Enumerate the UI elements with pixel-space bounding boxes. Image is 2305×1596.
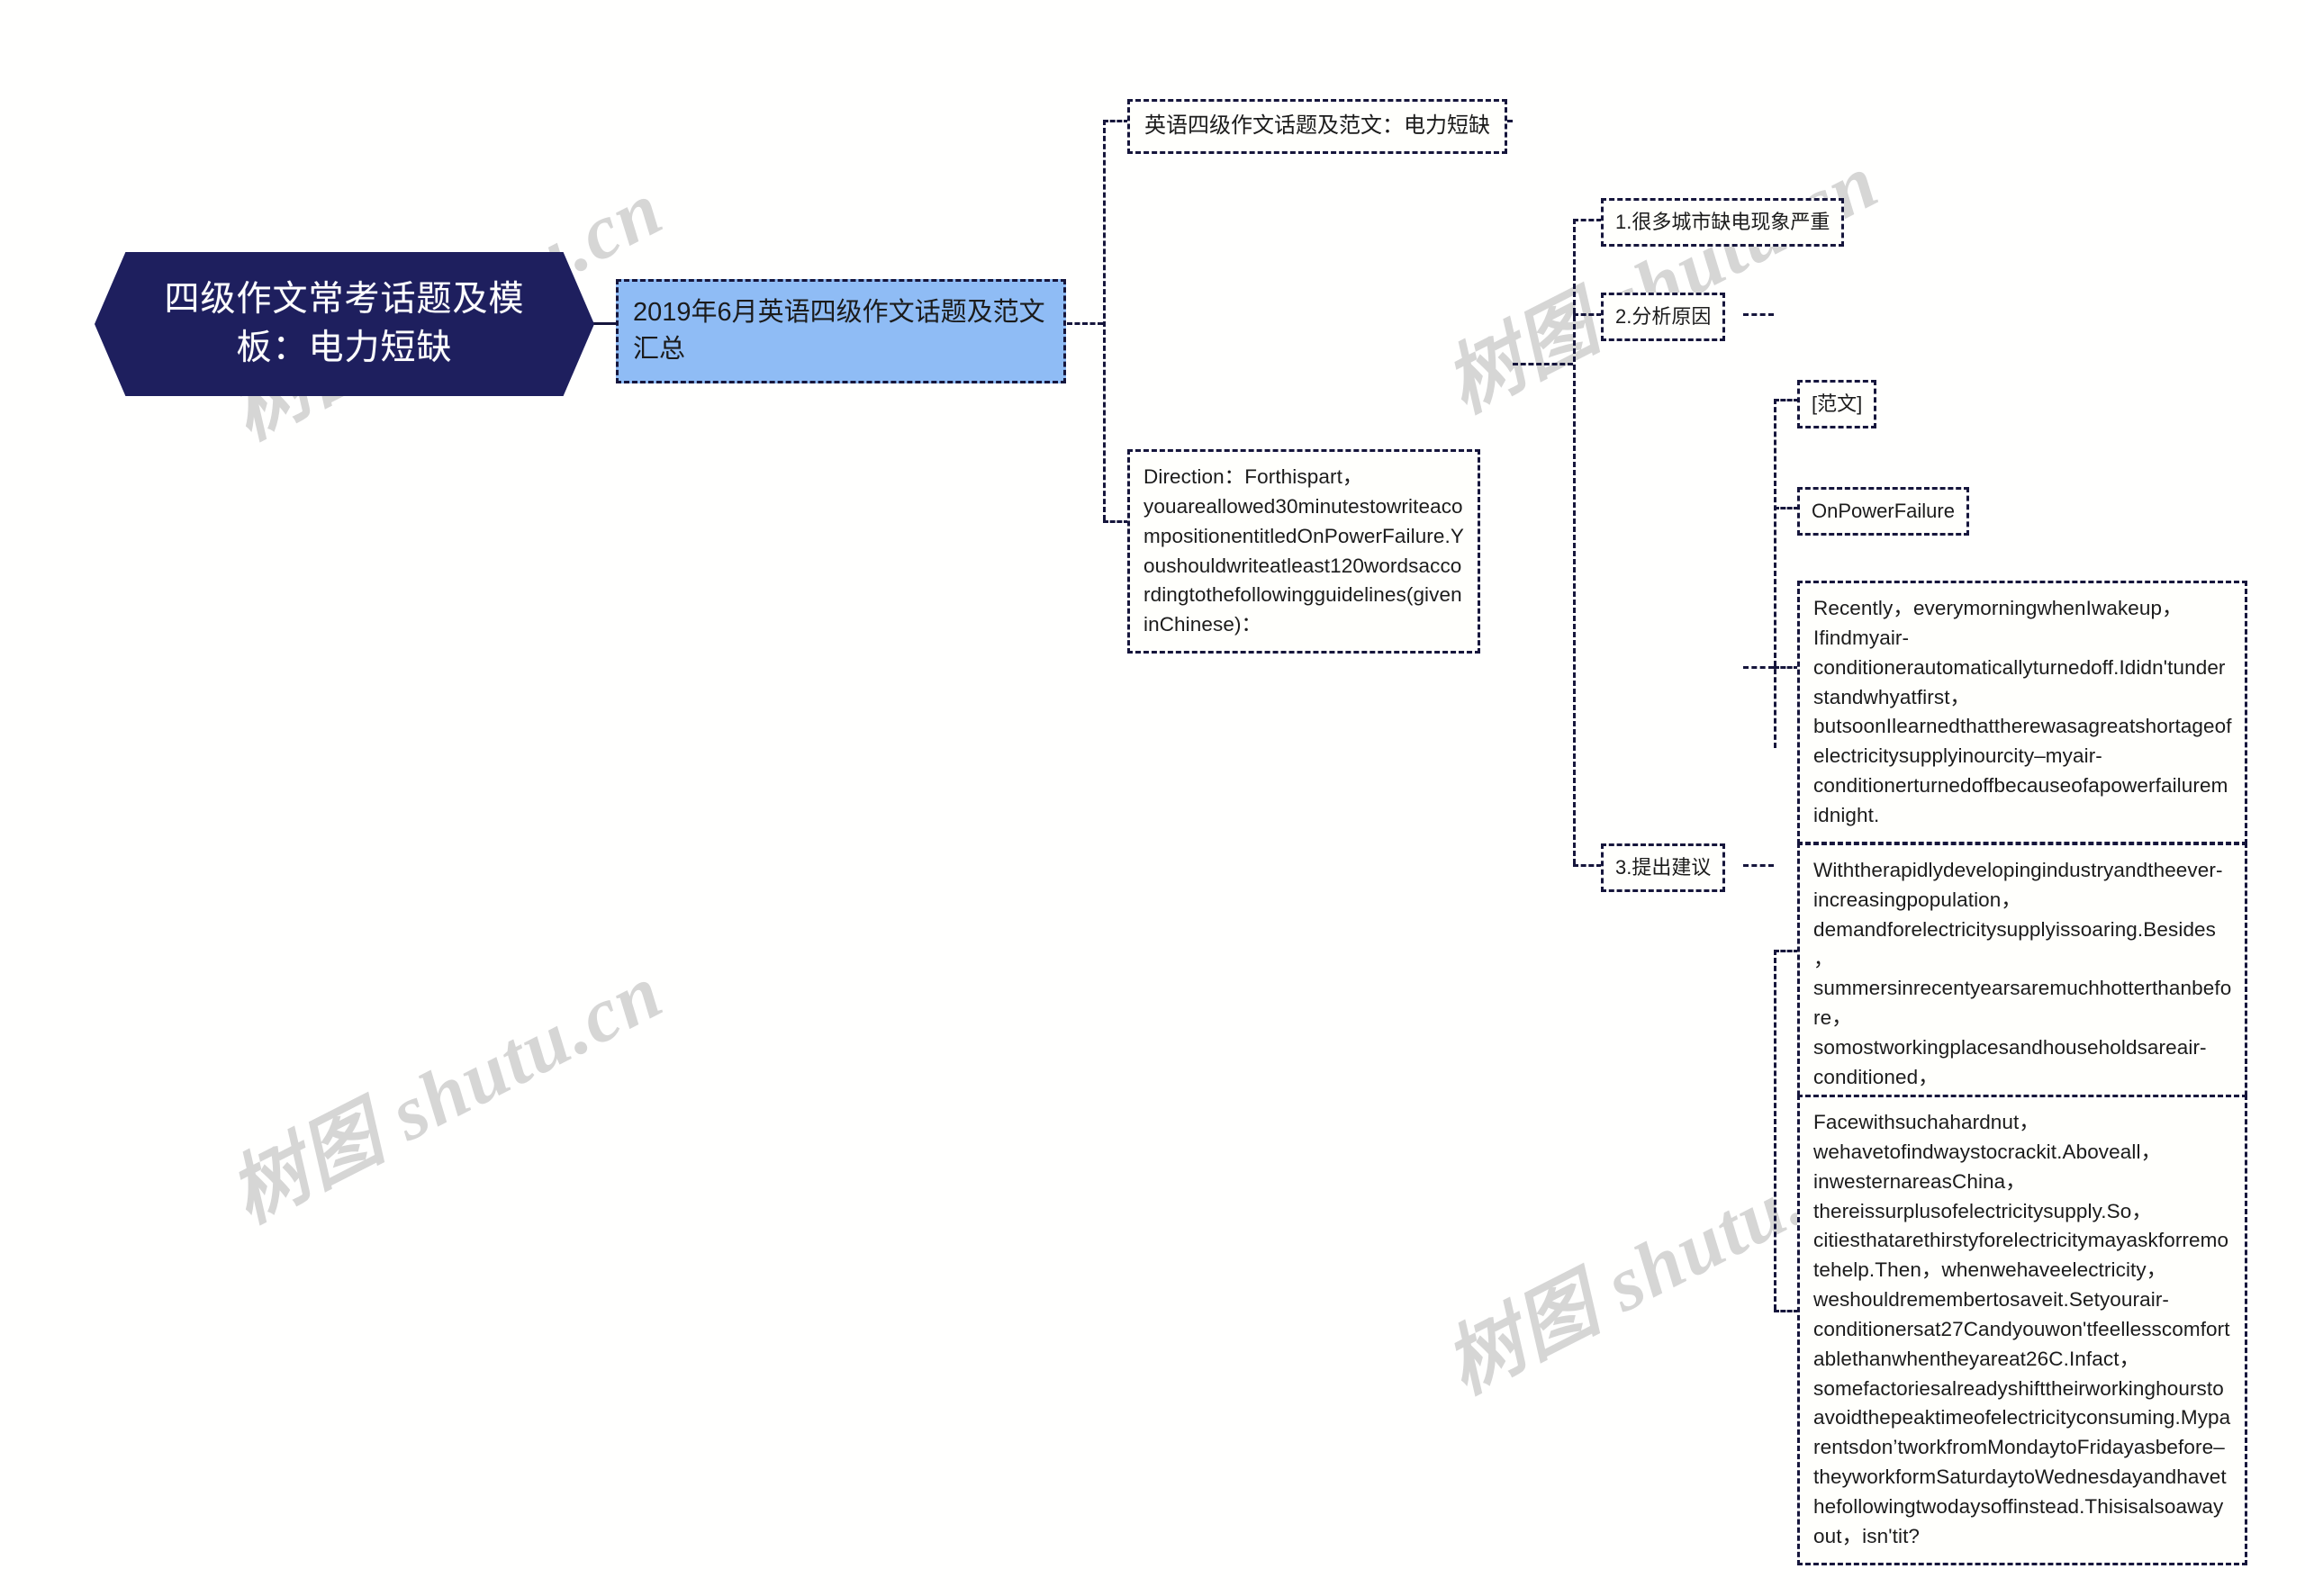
connector-to-level2-direction: [1103, 520, 1129, 523]
node-paragraph-2-text: Withtherapidlydevelopingindustryandtheev…: [1813, 859, 2232, 1118]
connector-to-para3: [1774, 1310, 1799, 1312]
node-point-2-label: 2.分析原因: [1615, 305, 1712, 328]
node-essay-title[interactable]: OnPowerFailure: [1797, 487, 1969, 536]
node-point-3[interactable]: 3.提出建议: [1601, 843, 1726, 892]
connector-to-essay-title: [1774, 507, 1799, 509]
connector-point3-out: [1743, 864, 1774, 867]
node-essay-title-label: OnPowerFailure: [1812, 500, 1955, 522]
node-fanwen-label: [范文]: [1812, 392, 1863, 415]
node-level1-summary[interactable]: 2019年6月英语四级作文话题及范文汇总: [616, 279, 1066, 384]
connector-to-fanwen: [1774, 399, 1799, 401]
connector-spine-level2: [1103, 120, 1106, 520]
node-point-1[interactable]: 1.很多城市缺电现象严重: [1601, 198, 1845, 247]
node-essay-topic-label: 英语四级作文话题及范文：电力短缺: [1144, 113, 1490, 138]
node-paragraph-1[interactable]: Recently，everymorningwhenIwakeup，Ifindmy…: [1797, 581, 2247, 844]
connector-spine-level4a: [1774, 399, 1776, 748]
node-direction[interactable]: Direction：Forthispart，youareallowed30min…: [1127, 449, 1480, 654]
node-paragraph-3-text: Facewithsuchahardnut，wehavetofindwaystoc…: [1813, 1111, 2231, 1547]
connector-point2-join: [1743, 666, 1774, 669]
mindmap-canvas: 树图 shutu.cn 树图 shutu.cn 树图 shutu.cn 树图 s…: [0, 0, 2305, 1596]
watermark: 树图 shutu.cn: [216, 947, 676, 1240]
node-paragraph-2[interactable]: Withtherapidlydevelopingindustryandtheev…: [1797, 843, 2247, 1136]
node-level1-label: 2019年6月英语四级作文话题及范文汇总: [633, 298, 1045, 365]
connector-point2-out: [1743, 313, 1774, 316]
connector-to-point3: [1573, 864, 1602, 867]
root-node-label: 四级作文常考话题及模板：电力短缺: [164, 280, 525, 367]
node-essay-topic[interactable]: 英语四级作文话题及范文：电力短缺: [1127, 99, 1507, 154]
connector-to-point2: [1573, 313, 1602, 316]
node-point-3-label: 3.提出建议: [1615, 856, 1712, 879]
connector-level2-title-join: [1513, 363, 1573, 365]
node-fanwen[interactable]: [范文]: [1797, 380, 1877, 428]
node-point-2[interactable]: 2.分析原因: [1601, 293, 1726, 341]
connector-spine-level4b: [1774, 950, 1776, 1310]
connector-to-level2-title: [1103, 120, 1129, 122]
connector-to-para1: [1774, 666, 1799, 669]
node-direction-text: Direction：Forthispart，youareallowed30min…: [1143, 465, 1464, 636]
node-paragraph-3[interactable]: Facewithsuchahardnut，wehavetofindwaystoc…: [1797, 1095, 2247, 1565]
connector-level1-out: [1067, 322, 1103, 325]
root-node[interactable]: 四级作文常考话题及模板：电力短缺: [95, 252, 594, 396]
connector-to-point1: [1573, 219, 1602, 221]
node-paragraph-1-text: Recently，everymorningwhenIwakeup，Ifindmy…: [1813, 597, 2232, 826]
node-point-1-label: 1.很多城市缺电现象严重: [1615, 211, 1830, 233]
connector-to-para2: [1774, 950, 1799, 952]
